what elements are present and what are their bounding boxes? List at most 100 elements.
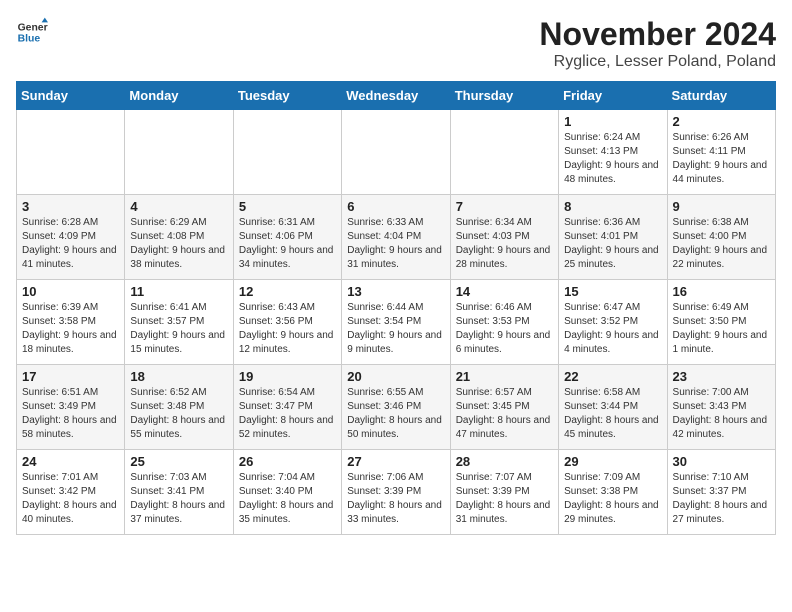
day-info: Sunrise: 6:52 AM Sunset: 3:48 PM Dayligh…	[130, 386, 227, 442]
calendar-header-row: Sunday Monday Tuesday Wednesday Thursday…	[17, 82, 776, 110]
day-number: 12	[239, 284, 336, 299]
table-row: 23Sunrise: 7:00 AM Sunset: 3:43 PM Dayli…	[667, 365, 775, 450]
day-info: Sunrise: 6:28 AM Sunset: 4:09 PM Dayligh…	[22, 216, 119, 272]
day-number: 16	[673, 284, 770, 299]
table-row: 11Sunrise: 6:41 AM Sunset: 3:57 PM Dayli…	[125, 280, 233, 365]
day-info: Sunrise: 6:31 AM Sunset: 4:06 PM Dayligh…	[239, 216, 336, 272]
day-number: 10	[22, 284, 119, 299]
day-info: Sunrise: 7:04 AM Sunset: 3:40 PM Dayligh…	[239, 471, 336, 527]
day-info: Sunrise: 6:36 AM Sunset: 4:01 PM Dayligh…	[564, 216, 661, 272]
header-monday: Monday	[125, 82, 233, 110]
table-row	[342, 110, 450, 195]
day-info: Sunrise: 6:34 AM Sunset: 4:03 PM Dayligh…	[456, 216, 553, 272]
title-area: November 2024 Ryglice, Lesser Poland, Po…	[539, 16, 776, 71]
day-info: Sunrise: 7:06 AM Sunset: 3:39 PM Dayligh…	[347, 471, 444, 527]
header-thursday: Thursday	[450, 82, 558, 110]
day-number: 11	[130, 284, 227, 299]
day-number: 1	[564, 114, 661, 129]
table-row	[450, 110, 558, 195]
day-number: 5	[239, 199, 336, 214]
calendar-week-row: 24Sunrise: 7:01 AM Sunset: 3:42 PM Dayli…	[17, 450, 776, 535]
day-number: 26	[239, 454, 336, 469]
day-number: 29	[564, 454, 661, 469]
table-row: 20 Sunrise: 6:55 AM Sunset: 3:46 PM Dayli…	[342, 365, 450, 450]
logo: General Blue	[16, 16, 52, 48]
day-info: Sunrise: 6:33 AM Sunset: 4:04 PM Dayligh…	[347, 216, 444, 272]
location-title: Ryglice, Lesser Poland, Poland	[539, 53, 776, 71]
calendar-week-row: 3 Sunrise: 6:28 AM Sunset: 4:09 PM Daylig…	[17, 195, 776, 280]
day-info: Sunrise: 6:55 AM Sunset: 3:46 PM Dayligh…	[347, 386, 444, 442]
table-row: 2Sunrise: 6:26 AM Sunset: 4:11 PM Daylig…	[667, 110, 775, 195]
table-row: 26 Sunrise: 7:04 AM Sunset: 3:40 PM Dayli…	[233, 450, 341, 535]
day-number: 22	[564, 369, 661, 384]
table-row	[233, 110, 341, 195]
day-info: Sunrise: 6:49 AM Sunset: 3:50 PM Dayligh…	[673, 301, 770, 357]
day-number: 8	[564, 199, 661, 214]
day-number: 9	[673, 199, 770, 214]
svg-text:Blue: Blue	[18, 34, 41, 45]
day-number: 15	[564, 284, 661, 299]
calendar-week-row: 17Sunrise: 6:51 AM Sunset: 3:49 PM Dayli…	[17, 365, 776, 450]
day-info: Sunrise: 6:47 AM Sunset: 3:52 PM Dayligh…	[564, 301, 661, 357]
svg-text:General: General	[18, 22, 48, 33]
header-wednesday: Wednesday	[342, 82, 450, 110]
day-number: 30	[673, 454, 770, 469]
day-info: Sunrise: 6:58 AM Sunset: 3:44 PM Dayligh…	[564, 386, 661, 442]
header-sunday: Sunday	[17, 82, 125, 110]
day-info: Sunrise: 6:39 AM Sunset: 3:58 PM Dayligh…	[22, 301, 119, 357]
table-row: 25Sunrise: 7:03 AM Sunset: 3:41 PM Dayli…	[125, 450, 233, 535]
table-row: 14 Sunrise: 6:46 AM Sunset: 3:53 PM Dayli…	[450, 280, 558, 365]
day-number: 25	[130, 454, 227, 469]
day-number: 18	[130, 369, 227, 384]
day-number: 23	[673, 369, 770, 384]
day-number: 3	[22, 199, 119, 214]
day-number: 7	[456, 199, 553, 214]
table-row: 19 Sunrise: 6:54 AM Sunset: 3:47 PM Dayli…	[233, 365, 341, 450]
day-number: 28	[456, 454, 553, 469]
header-tuesday: Tuesday	[233, 82, 341, 110]
day-number: 13	[347, 284, 444, 299]
day-info: Sunrise: 6:43 AM Sunset: 3:56 PM Dayligh…	[239, 301, 336, 357]
day-info: Sunrise: 6:54 AM Sunset: 3:47 PM Dayligh…	[239, 386, 336, 442]
table-row: 27 Sunrise: 7:06 AM Sunset: 3:39 PM Dayli…	[342, 450, 450, 535]
calendar-week-row: 1 Sunrise: 6:24 AM Sunset: 4:13 PM Daylig…	[17, 110, 776, 195]
table-row	[17, 110, 125, 195]
table-row: 22 Sunrise: 6:58 AM Sunset: 3:44 PM Dayli…	[559, 365, 667, 450]
day-number: 6	[347, 199, 444, 214]
table-row: 3 Sunrise: 6:28 AM Sunset: 4:09 PM Daylig…	[17, 195, 125, 280]
day-number: 24	[22, 454, 119, 469]
day-number: 19	[239, 369, 336, 384]
month-title: November 2024	[539, 16, 776, 53]
page-header: General Blue November 2024 Ryglice, Less…	[16, 16, 776, 71]
day-info: Sunrise: 6:38 AM Sunset: 4:00 PM Dayligh…	[673, 216, 770, 272]
table-row: 7 Sunrise: 6:34 AM Sunset: 4:03 PM Daylig…	[450, 195, 558, 280]
table-row: 29Sunrise: 7:09 AM Sunset: 3:38 PM Dayli…	[559, 450, 667, 535]
table-row: 12 Sunrise: 6:43 AM Sunset: 3:56 PM Dayli…	[233, 280, 341, 365]
header-friday: Friday	[559, 82, 667, 110]
day-info: Sunrise: 6:46 AM Sunset: 3:53 PM Dayligh…	[456, 301, 553, 357]
table-row: 30 Sunrise: 7:10 AM Sunset: 3:37 PM Dayli…	[667, 450, 775, 535]
table-row: 5 Sunrise: 6:31 AM Sunset: 4:06 PM Daylig…	[233, 195, 341, 280]
calendar-table: Sunday Monday Tuesday Wednesday Thursday…	[16, 81, 776, 535]
table-row: 9 Sunrise: 6:38 AM Sunset: 4:00 PM Daylig…	[667, 195, 775, 280]
table-row: 10 Sunrise: 6:39 AM Sunset: 3:58 PM Dayli…	[17, 280, 125, 365]
logo-icon: General Blue	[16, 16, 48, 48]
table-row: 1 Sunrise: 6:24 AM Sunset: 4:13 PM Daylig…	[559, 110, 667, 195]
table-row	[125, 110, 233, 195]
table-row: 18 Sunrise: 6:52 AM Sunset: 3:48 PM Dayli…	[125, 365, 233, 450]
calendar-week-row: 10 Sunrise: 6:39 AM Sunset: 3:58 PM Dayli…	[17, 280, 776, 365]
table-row: 13 Sunrise: 6:44 AM Sunset: 3:54 PM Dayli…	[342, 280, 450, 365]
day-info: Sunrise: 6:51 AM Sunset: 3:49 PM Dayligh…	[22, 386, 119, 442]
table-row: 24Sunrise: 7:01 AM Sunset: 3:42 PM Dayli…	[17, 450, 125, 535]
day-number: 27	[347, 454, 444, 469]
day-info: Sunrise: 7:07 AM Sunset: 3:39 PM Dayligh…	[456, 471, 553, 527]
day-info: Sunrise: 6:44 AM Sunset: 3:54 PM Dayligh…	[347, 301, 444, 357]
table-row: 8 Sunrise: 6:36 AM Sunset: 4:01 PM Daylig…	[559, 195, 667, 280]
day-number: 20	[347, 369, 444, 384]
day-info: Sunrise: 7:10 AM Sunset: 3:37 PM Dayligh…	[673, 471, 770, 527]
header-saturday: Saturday	[667, 82, 775, 110]
day-number: 4	[130, 199, 227, 214]
day-number: 14	[456, 284, 553, 299]
table-row: 21Sunrise: 6:57 AM Sunset: 3:45 PM Dayli…	[450, 365, 558, 450]
day-info: Sunrise: 6:24 AM Sunset: 4:13 PM Dayligh…	[564, 131, 661, 187]
